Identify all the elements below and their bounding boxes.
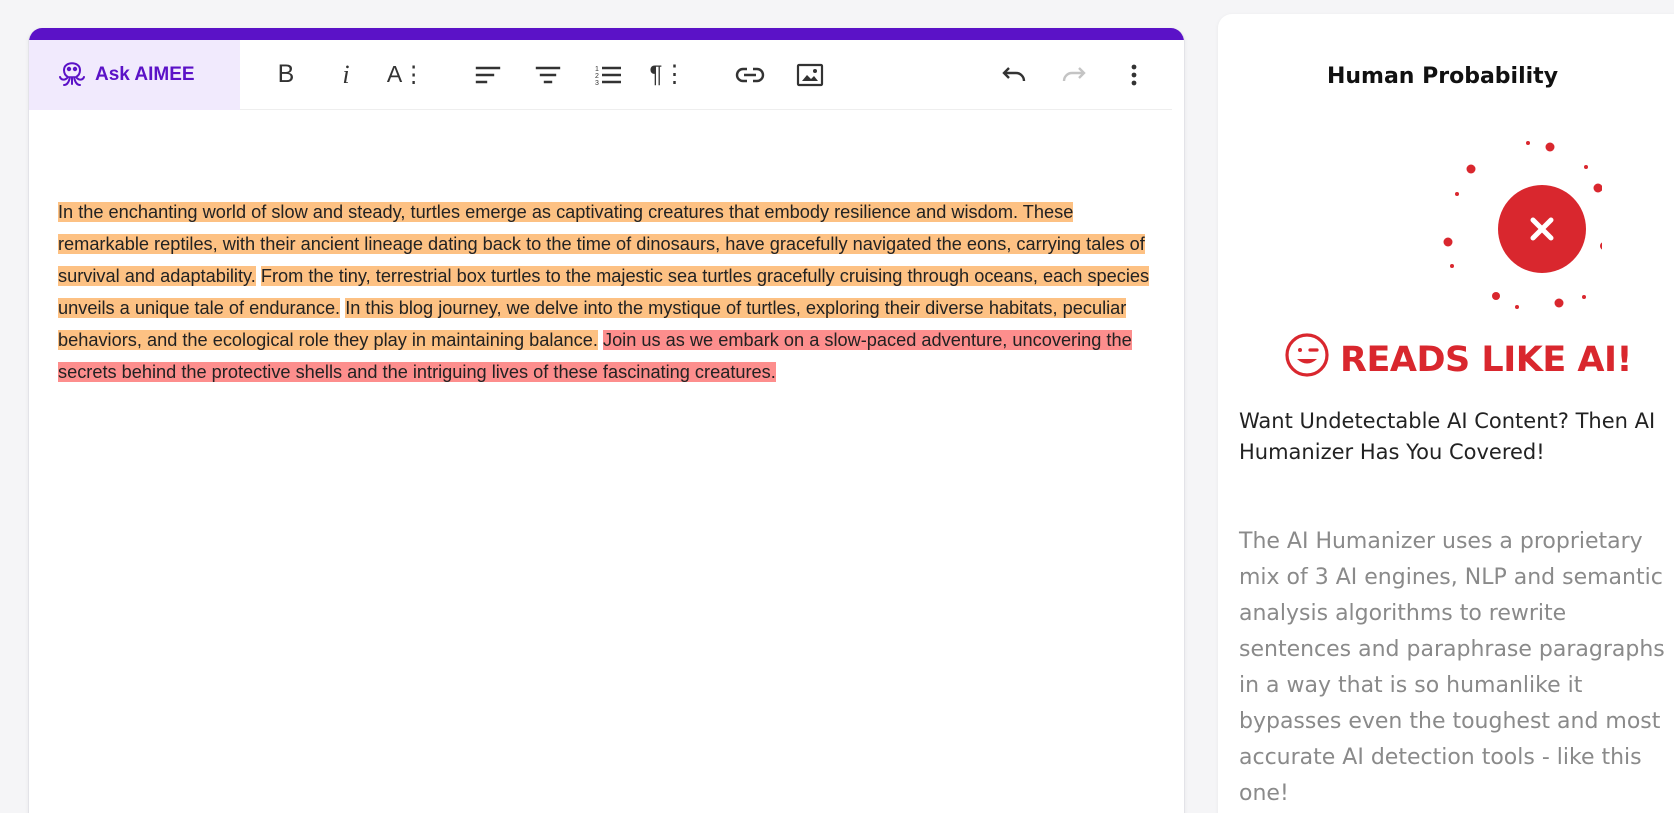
svg-text:2: 2: [595, 73, 599, 80]
align-left-icon: [475, 65, 501, 85]
svg-text:1: 1: [595, 66, 599, 73]
link-button[interactable]: [720, 40, 780, 110]
octopus-icon: [55, 55, 95, 95]
promo-heading: Want Undetectable AI Content? Then AI Hu…: [1239, 409, 1656, 464]
ask-aimee-button[interactable]: Ask AIMEE: [29, 39, 240, 110]
image-button[interactable]: [780, 40, 840, 110]
paragraph-button[interactable]: ¶⋮: [638, 40, 698, 110]
undo-icon: [1000, 65, 1028, 85]
align-left-button[interactable]: [458, 40, 518, 110]
redo-button[interactable]: [1044, 40, 1104, 110]
svg-text:3: 3: [595, 80, 599, 86]
editor-text-area[interactable]: In the enchanting world of slow and stea…: [29, 110, 1184, 388]
more-vertical-icon: [1131, 64, 1137, 86]
font-size-button[interactable]: A⋮: [376, 40, 436, 110]
bold-icon: B: [277, 60, 295, 88]
ordered-list-icon: 1 2 3: [594, 64, 622, 86]
editor-card: Ask AIMEE B i A⋮ 1 2 3 ¶⋮ In the enchant…: [28, 28, 1185, 813]
editor-accent-bar: [29, 28, 1184, 40]
image-icon: [796, 63, 824, 87]
link-icon: [735, 66, 765, 84]
ask-aimee-label: Ask AIMEE: [95, 63, 195, 85]
wink-face-icon: [1284, 332, 1340, 387]
bold-button[interactable]: B: [256, 40, 316, 110]
ordered-list-button[interactable]: 1 2 3: [578, 40, 638, 110]
italic-button[interactable]: i: [316, 40, 376, 110]
human-probability-panel: Human Probability READS LIKE AI! Want Un…: [1218, 14, 1674, 813]
font-size-icon: A⋮: [386, 61, 426, 87]
promo-body: The AI Humanizer uses a proprietary mix …: [1239, 529, 1665, 806]
redo-icon: [1060, 65, 1088, 85]
more-options-button[interactable]: [1104, 40, 1164, 110]
italic-icon: i: [342, 59, 350, 89]
undo-button[interactable]: [984, 40, 1044, 110]
verdict-text: READS LIKE AI!: [1340, 339, 1633, 380]
paragraph-icon: ¶⋮: [649, 61, 687, 88]
probability-indicator: [1402, 124, 1614, 324]
align-center-icon: [535, 65, 561, 85]
align-center-button[interactable]: [518, 40, 578, 110]
verdict-label: READS LIKE AI!: [1284, 332, 1633, 387]
panel-title: Human Probability: [1326, 64, 1559, 89]
editor-toolbar: Ask AIMEE B i A⋮ 1 2 3 ¶⋮: [29, 39, 1172, 110]
